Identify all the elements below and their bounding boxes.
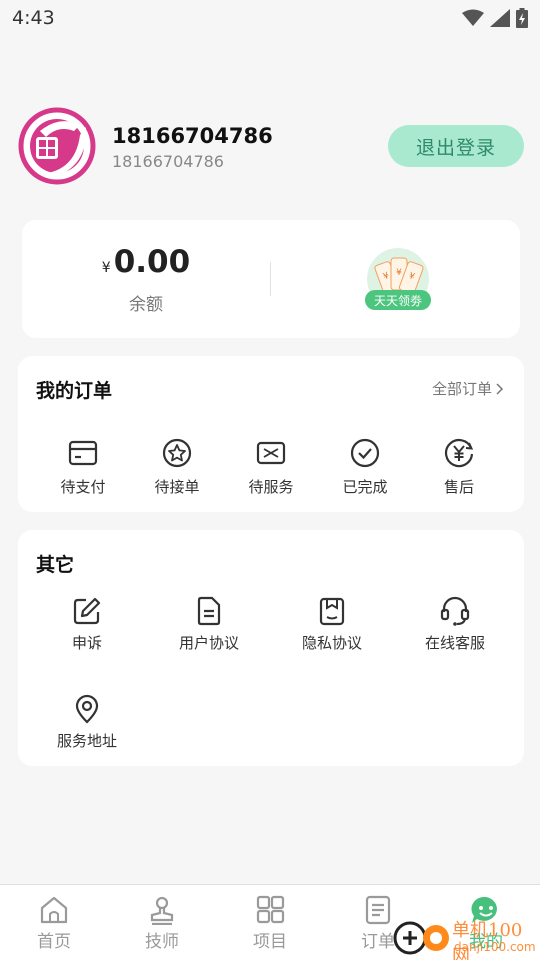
avatar[interactable]: [18, 107, 96, 185]
watermark: 单机100网 danji100.com: [390, 914, 540, 960]
order-after-sales[interactable]: 售后: [412, 438, 506, 498]
tab-projects[interactable]: 项目: [216, 885, 324, 960]
balance-label: 余额: [129, 294, 163, 315]
divider: [270, 262, 271, 296]
tab-label: 首页: [37, 932, 71, 952]
order-item-label: 已完成: [342, 478, 388, 496]
order-pending-payment[interactable]: 待支付: [36, 438, 130, 498]
order-item-label: 待接单: [154, 478, 200, 496]
tab-label: 项目: [253, 932, 287, 952]
signal-icon: [490, 9, 510, 27]
profile-name: 18166704786: [112, 123, 273, 148]
profile-info: 18166704786 18166704786: [112, 122, 388, 171]
other-item-label: 隐私协议: [301, 634, 362, 652]
tab-technician[interactable]: 技师: [108, 885, 216, 960]
online-service-item[interactable]: 在线客服: [395, 596, 515, 653]
order-status-row: 待支付 待接单 待服务 已完成 售后: [36, 438, 506, 498]
order-item-label: 待支付: [60, 478, 106, 496]
grid-icon: [256, 895, 285, 924]
daily-coupon-button[interactable]: ¥ ¥ ¥ 天天领劵: [364, 246, 432, 310]
watermark-url: danji100.com: [454, 940, 536, 954]
headset-icon: [440, 596, 470, 626]
star-badge-icon: [162, 438, 192, 468]
edit-icon: [73, 597, 101, 625]
profile-phone: 18166704786: [112, 151, 224, 171]
all-orders-link[interactable]: 全部订单: [432, 378, 504, 399]
home-icon: [40, 896, 68, 924]
technician-icon: [150, 896, 174, 925]
svg-text:¥: ¥: [396, 268, 402, 278]
profile-header: 18166704786 18166704786 退出登录: [18, 106, 524, 186]
privacy-agreement-item[interactable]: 隐私协议: [272, 596, 392, 653]
status-bar: 4:43: [0, 0, 540, 36]
coupon-label: 天天领劵: [365, 290, 431, 310]
status-icons: [462, 8, 528, 28]
chevron-right-icon: [496, 382, 504, 395]
location-pin-icon: [75, 694, 99, 724]
orders-title: 我的订单: [36, 380, 113, 402]
user-agreement-item[interactable]: 用户协议: [149, 596, 269, 653]
watermark-logo-icon: [393, 921, 449, 955]
order-item-label: 售后: [443, 478, 474, 496]
status-time: 4:43: [12, 7, 55, 29]
other-card: 其它 申诉 用户协议 隐私协议 在线客服 服务地址: [18, 530, 524, 766]
order-pending-accept[interactable]: 待接单: [130, 438, 224, 498]
other-item-label: 服务地址: [56, 732, 117, 750]
wifi-icon: [462, 9, 484, 26]
tab-home[interactable]: 首页: [0, 885, 108, 960]
balance-value: 0.00: [113, 243, 191, 280]
document-icon: [197, 596, 221, 626]
wallet-card-icon: [68, 440, 98, 466]
balance-section[interactable]: ¥ 0.00 余额: [22, 220, 270, 338]
yen-refund-icon: [444, 438, 474, 468]
order-completed[interactable]: 已完成: [318, 438, 412, 498]
complaint-item[interactable]: 申诉: [27, 596, 147, 653]
ticket-icon: [256, 441, 286, 465]
balance-card: ¥ 0.00 余额 ¥ ¥ ¥ 天天领劵: [22, 220, 520, 338]
check-circle-icon: [350, 438, 380, 468]
other-item-label: 在线客服: [424, 634, 485, 652]
privacy-book-icon: [319, 597, 345, 626]
logout-button[interactable]: 退出登录: [388, 125, 524, 167]
avatar-logo-icon: [18, 107, 96, 185]
battery-icon: [516, 8, 528, 28]
balance-amount: ¥ 0.00: [102, 244, 190, 280]
my-orders-card: 我的订单 全部订单 待支付 待接单 待服务 已完成 售后: [18, 356, 524, 512]
order-item-label: 待服务: [248, 478, 294, 496]
balance-currency: ¥: [101, 259, 111, 276]
other-item-label: 申诉: [71, 634, 102, 652]
service-address-item[interactable]: 服务地址: [27, 694, 147, 751]
all-orders-label: 全部订单: [431, 380, 492, 398]
other-title: 其它: [36, 554, 75, 576]
order-pending-service[interactable]: 待服务: [224, 438, 318, 498]
other-item-label: 用户协议: [178, 634, 239, 652]
tab-label: 技师: [145, 932, 179, 952]
